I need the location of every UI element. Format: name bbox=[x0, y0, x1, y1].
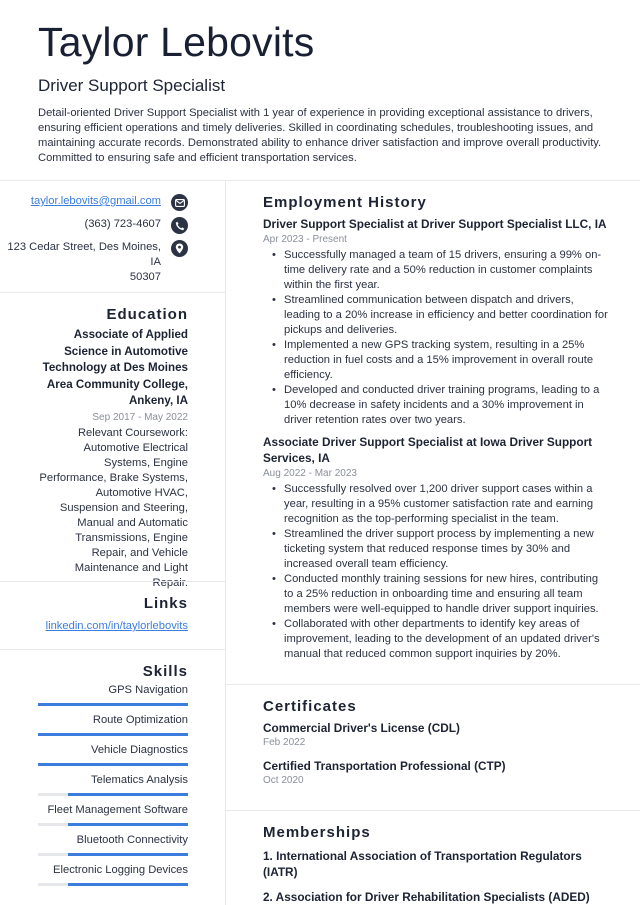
job-entry: Driver Support Specialist at Driver Supp… bbox=[263, 216, 608, 428]
skill-level-bar bbox=[38, 703, 188, 706]
skill-item: Route Optimization bbox=[0, 713, 188, 736]
skill-level-fill bbox=[68, 793, 188, 796]
job-bullet: Streamlined communication between dispat… bbox=[272, 293, 608, 338]
education-heading: Education bbox=[106, 306, 188, 323]
sidebar-divider bbox=[0, 581, 225, 582]
certificate-title: Certified Transportation Professional (C… bbox=[263, 759, 506, 773]
memberships-heading: Memberships bbox=[263, 824, 371, 841]
certificate-entry: Commercial Driver's License (CDL) Feb 20… bbox=[263, 720, 608, 750]
certificate-title: Commercial Driver's License (CDL) bbox=[263, 721, 460, 735]
contact-email: taylor.lebovits@gmail.com bbox=[0, 194, 188, 211]
certificate-entry: Certified Transportation Professional (C… bbox=[263, 758, 608, 788]
email-link[interactable]: taylor.lebovits@gmail.com bbox=[31, 194, 161, 209]
linkedin-link[interactable]: linkedin.com/in/taylorlebovits bbox=[46, 620, 188, 632]
candidate-name: Taylor Lebovits bbox=[38, 19, 315, 65]
skill-level-fill bbox=[38, 763, 188, 766]
sidebar: taylor.lebovits@gmail.com (363) 723-4607… bbox=[0, 181, 225, 285]
skill-name: Vehicle Diagnostics bbox=[90, 744, 188, 756]
certificates-section: Certificates Commercial Driver's License… bbox=[263, 697, 608, 788]
skill-item: Vehicle Diagnostics bbox=[0, 743, 188, 766]
sidebar-divider bbox=[0, 649, 225, 650]
skill-level-bar bbox=[38, 853, 188, 856]
certificate-date: Feb 2022 bbox=[263, 737, 306, 748]
skills-list: GPS Navigation Route Optimization Vehicl… bbox=[0, 683, 188, 886]
column-divider bbox=[225, 180, 226, 905]
job-bullet: Successfully managed a team of 15 driver… bbox=[272, 248, 608, 293]
envelope-icon bbox=[171, 194, 188, 211]
employment-heading: Employment History bbox=[263, 194, 427, 211]
job-bullet: Conducted monthly training sessions for … bbox=[272, 572, 608, 617]
sidebar-divider bbox=[0, 292, 225, 293]
skill-level-fill bbox=[68, 823, 188, 826]
skill-level-bar bbox=[38, 823, 188, 826]
links-section: Links linkedin.com/in/taylorlebovits bbox=[0, 594, 225, 634]
skill-level-fill bbox=[68, 853, 188, 856]
job-bullet: Successfully resolved over 1,200 driver … bbox=[272, 482, 608, 527]
skill-name: Telematics Analysis bbox=[91, 774, 188, 786]
contact-phone: (363) 723-4607 bbox=[0, 217, 188, 234]
skill-name: Route Optimization bbox=[92, 714, 188, 726]
links-heading: Links bbox=[143, 595, 188, 612]
education-description: Relevant Coursework: Automotive Electric… bbox=[39, 426, 188, 589]
certificates-heading: Certificates bbox=[263, 698, 357, 715]
job-title: Driver Support Specialist at Driver Supp… bbox=[263, 217, 607, 231]
job-entry: Associate Driver Support Specialist at I… bbox=[263, 434, 608, 662]
job-title: Associate Driver Support Specialist at I… bbox=[263, 434, 593, 466]
skill-level-bar bbox=[38, 763, 188, 766]
membership-item: 2. Association for Driver Rehabilitation… bbox=[263, 890, 590, 904]
skills-heading: Skills bbox=[142, 663, 188, 680]
candidate-title: Driver Support Specialist bbox=[38, 76, 226, 95]
skill-item: Electronic Logging Devices bbox=[0, 863, 188, 886]
skill-name: Fleet Management Software bbox=[47, 804, 188, 816]
job-dates: Aug 2022 - Mar 2023 bbox=[263, 467, 357, 479]
skill-item: Bluetooth Connectivity bbox=[0, 833, 188, 856]
skill-item: Telematics Analysis bbox=[0, 773, 188, 796]
skill-name: GPS Navigation bbox=[108, 684, 188, 696]
skill-level-bar bbox=[38, 733, 188, 736]
skill-level-fill bbox=[38, 703, 188, 706]
job-bullet: Streamlined the driver support process b… bbox=[272, 527, 608, 572]
skill-name: Electronic Logging Devices bbox=[53, 864, 188, 876]
membership-item: 1. International Association of Transpor… bbox=[263, 849, 582, 879]
skill-level-bar bbox=[38, 883, 188, 886]
contact-section: taylor.lebovits@gmail.com (363) 723-4607… bbox=[0, 181, 225, 285]
skill-item: GPS Navigation bbox=[0, 683, 188, 706]
memberships-section: Memberships 1. International Association… bbox=[263, 823, 608, 905]
skills-section: Skills GPS Navigation Route Optimization… bbox=[0, 662, 225, 893]
skill-level-fill bbox=[68, 883, 188, 886]
job-bullets: Successfully managed a team of 15 driver… bbox=[272, 248, 608, 428]
skill-level-bar bbox=[38, 793, 188, 796]
address: 123 Cedar Street, Des Moines, IA 50307 bbox=[0, 240, 161, 285]
education-dates: Sep 2017 - May 2022 bbox=[92, 411, 188, 423]
address-line2: 50307 bbox=[129, 271, 161, 283]
job-bullets: Successfully resolved over 1,200 driver … bbox=[272, 482, 608, 662]
employment-section: Employment History Driver Support Specia… bbox=[263, 193, 608, 662]
job-dates: Apr 2023 - Present bbox=[263, 233, 347, 245]
job-bullet: Implemented a new GPS tracking system, r… bbox=[272, 338, 608, 383]
skill-level-fill bbox=[38, 733, 188, 736]
resume-header: Taylor Lebovits Driver Support Specialis… bbox=[38, 18, 608, 166]
contact-address: 123 Cedar Street, Des Moines, IA 50307 bbox=[0, 240, 188, 285]
skill-name: Bluetooth Connectivity bbox=[76, 834, 188, 846]
phone-number: (363) 723-4607 bbox=[84, 218, 161, 230]
job-bullet: Collaborated with other departments to i… bbox=[272, 617, 608, 662]
certificate-date: Oct 2020 bbox=[263, 775, 304, 786]
education-section: Education Associate of Applied Science i… bbox=[0, 305, 225, 591]
main-divider bbox=[226, 810, 640, 811]
job-bullet: Developed and conducted driver training … bbox=[272, 383, 608, 428]
address-line1: 123 Cedar Street, Des Moines, IA bbox=[7, 241, 161, 268]
map-pin-icon bbox=[171, 240, 188, 257]
education-degree: Associate of Applied Science in Automoti… bbox=[42, 328, 188, 407]
phone-icon bbox=[171, 217, 188, 234]
main-divider bbox=[226, 684, 640, 685]
skill-item: Fleet Management Software bbox=[0, 803, 188, 826]
profile-summary: Detail-oriented Driver Support Specialis… bbox=[38, 107, 602, 164]
